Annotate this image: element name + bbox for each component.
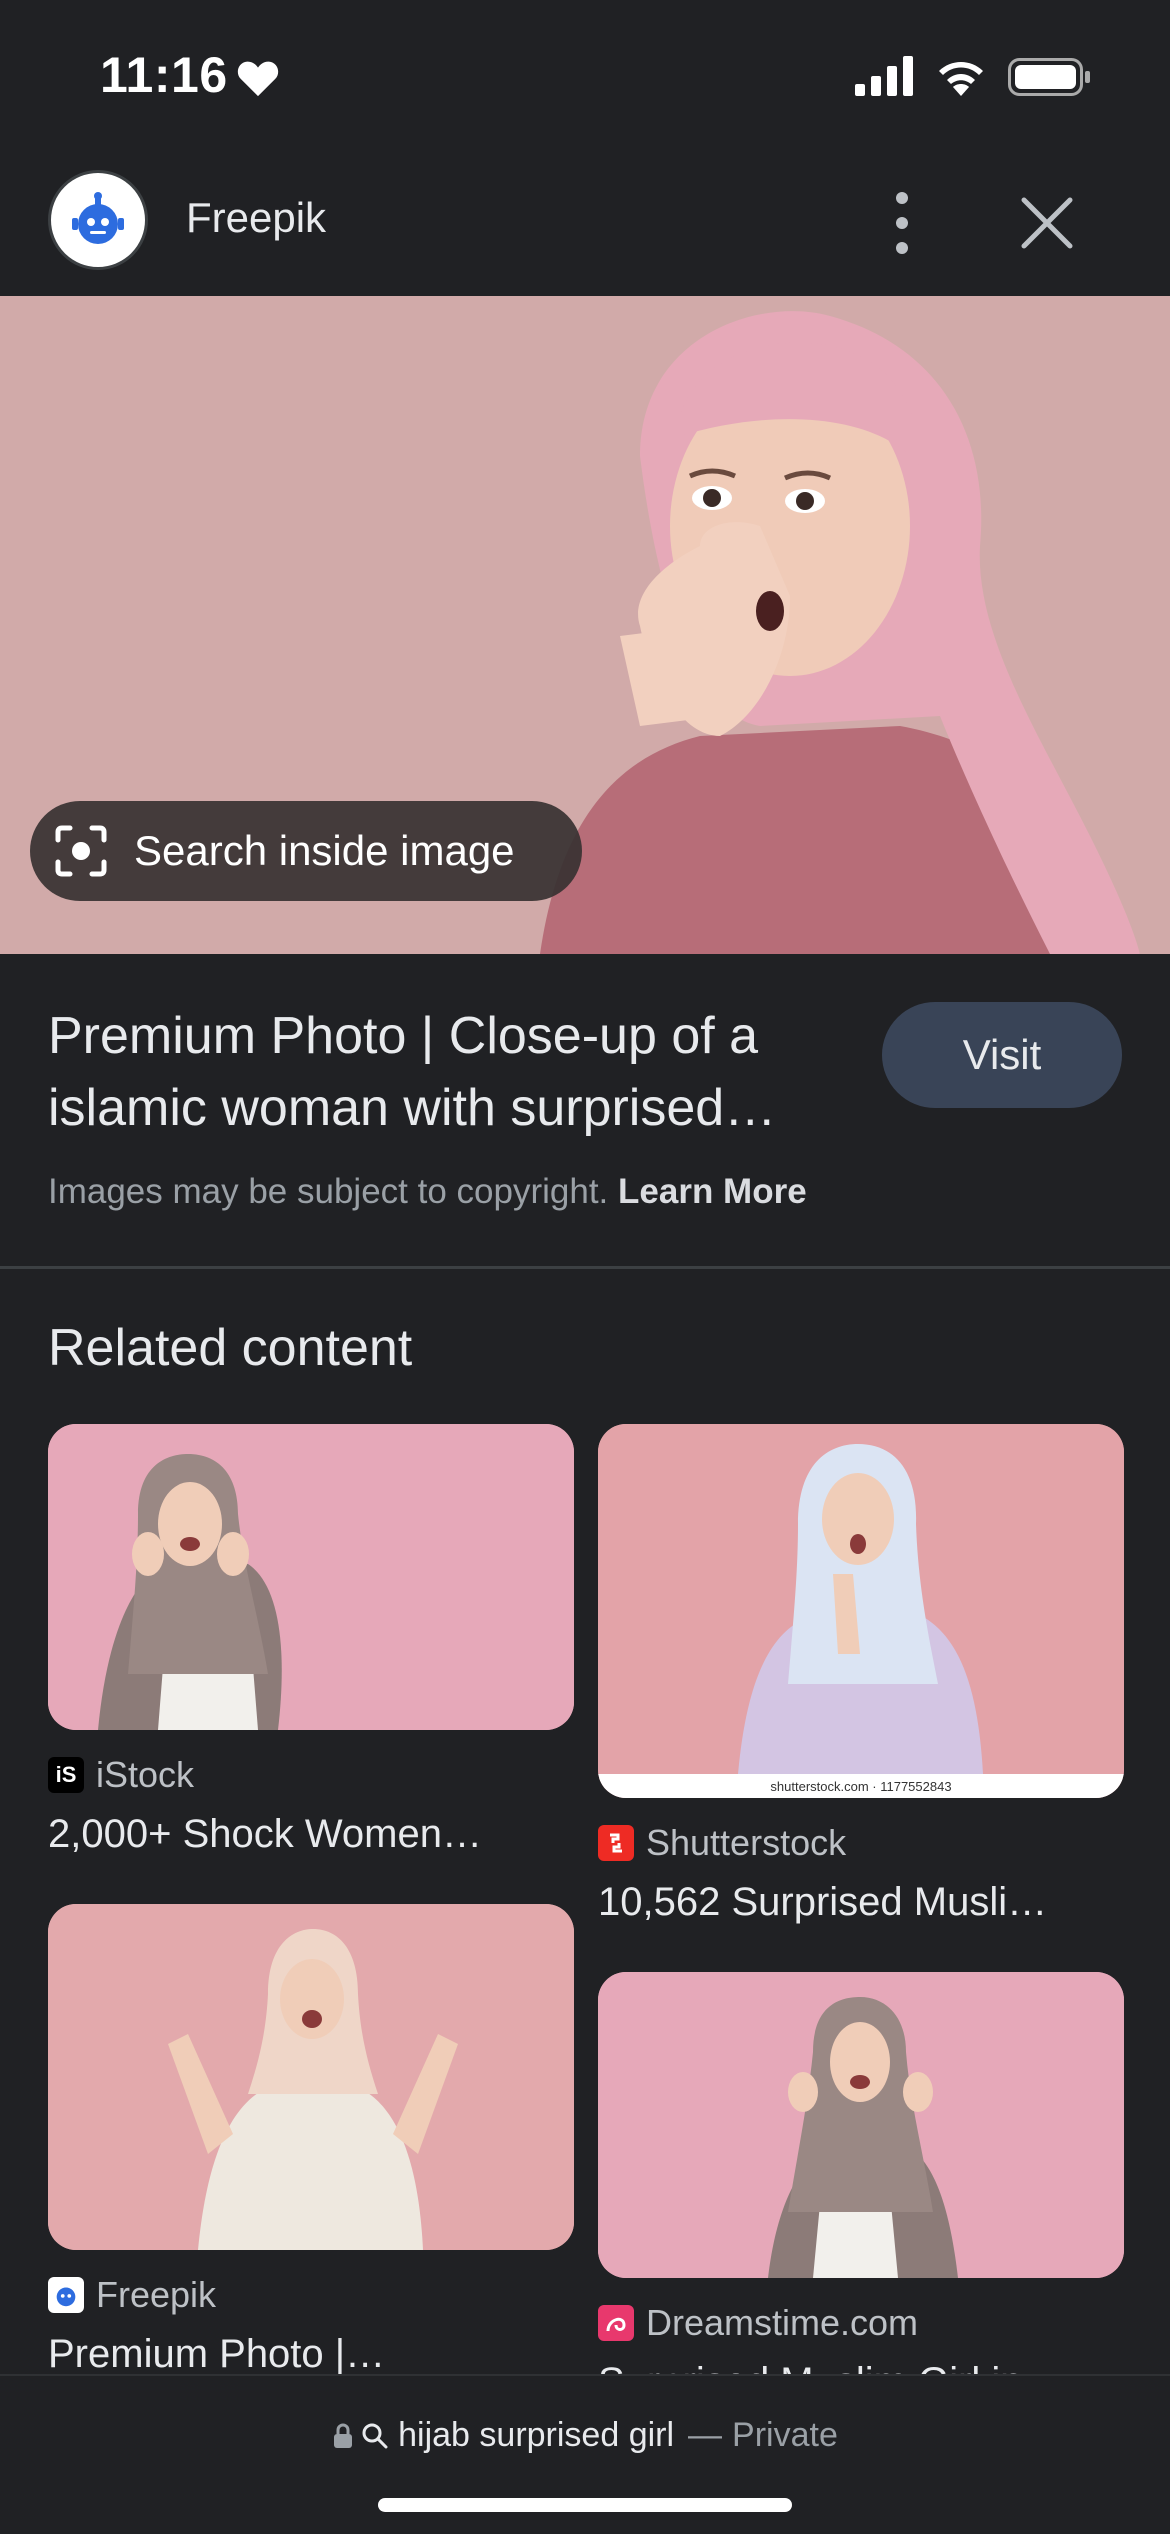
private-label: Private [732, 2416, 838, 2454]
istock-favicon-icon: iS [48, 1757, 84, 1793]
related-card-istock[interactable]: iS iStock 2,000+ Shock Women… [48, 1424, 574, 1857]
close-icon[interactable] [1018, 194, 1076, 252]
search-inside-image-label: Search inside image [134, 827, 515, 874]
site-favicon[interactable] [48, 170, 148, 270]
site-name[interactable]: Freepik [186, 194, 326, 242]
search-icon [362, 2423, 388, 2448]
lock-icon [334, 2423, 353, 2448]
result-title[interactable]: Premium Photo | Close-up of a islamic wo… [48, 1000, 858, 1144]
freepik-logo-icon [72, 192, 124, 244]
copyright-text: Images may be subject to copyright. [48, 1172, 609, 1211]
woman-grey-hijab-photo [48, 1424, 574, 1730]
woman-lilac-hijab-photo: shutterstock.com · 1177552843 [598, 1424, 1124, 1798]
related-description: 2,000+ Shock Women… [48, 1812, 482, 1856]
related-thumbnail[interactable] [48, 1424, 574, 1730]
related-description: Premium Photo |… [48, 2332, 386, 2376]
woman-grey-hijab-photo [598, 1972, 1124, 2278]
related-thumbnail[interactable]: shutterstock.com · 1177552843 [598, 1424, 1124, 1798]
cellular-signal-icon [855, 56, 913, 96]
search-inside-image-button[interactable]: Search inside image [30, 801, 582, 901]
status-time: 11:16 [100, 47, 228, 103]
url-row[interactable]: hijab surprised girl — Private [0, 2416, 1170, 2455]
dreamstime-favicon-icon [598, 2305, 634, 2341]
image-viewer-header: Freepik [0, 150, 1170, 296]
lens-icon [55, 825, 107, 877]
woman-beige-hijab-photo [48, 1904, 574, 2250]
separator: — [688, 2416, 723, 2454]
related-thumbnail[interactable] [598, 1972, 1124, 2278]
related-source-label: iStock [96, 1754, 195, 1795]
main-image[interactable]: Search inside image [0, 296, 1170, 954]
related-thumbnail[interactable] [48, 1904, 574, 2250]
related-source: Shutterstock [598, 1822, 1124, 1864]
heart-icon [237, 61, 279, 97]
related-source-label: Shutterstock [646, 1822, 847, 1863]
related-source: iS iStock [48, 1754, 574, 1796]
divider [0, 1266, 1170, 1269]
related-description: 10,562 Surprised Musli… [598, 1880, 1048, 1924]
related-source: Dreamstime.com [598, 2302, 1124, 2344]
bottom-url-bar[interactable]: hijab surprised girl — Private [0, 2374, 1170, 2534]
visit-button[interactable]: Visit [882, 1002, 1122, 1108]
related-content-heading: Related content [48, 1319, 413, 1377]
home-indicator[interactable] [378, 2498, 792, 2512]
status-bar: 11:16 [0, 0, 1170, 150]
copyright-notice: Images may be subject to copyright. Lear… [48, 1172, 807, 1212]
freepik-favicon-icon [48, 2277, 84, 2313]
wifi-icon [939, 62, 983, 96]
more-options-icon[interactable] [880, 188, 924, 258]
related-source-label: Freepik [96, 2274, 217, 2315]
battery-icon [1008, 58, 1090, 96]
related-source-label: Dreamstime.com [646, 2302, 919, 2343]
related-source: Freepik [48, 2274, 574, 2316]
shutterstock-favicon-icon [598, 1825, 634, 1861]
related-card-freepik[interactable]: Freepik Premium Photo |… [48, 1904, 574, 2377]
learn-more-link[interactable]: Learn More [618, 1172, 807, 1211]
related-card-dreamstime[interactable]: Dreamstime.com Surprised Muslim Girl in… [598, 1972, 1124, 2405]
shutterstock-watermark: shutterstock.com · 1177552843 [770, 1779, 951, 1794]
related-card-shutterstock[interactable]: shutterstock.com · 1177552843 Shuttersto… [598, 1424, 1124, 1925]
search-query: hijab surprised girl [398, 2416, 675, 2454]
